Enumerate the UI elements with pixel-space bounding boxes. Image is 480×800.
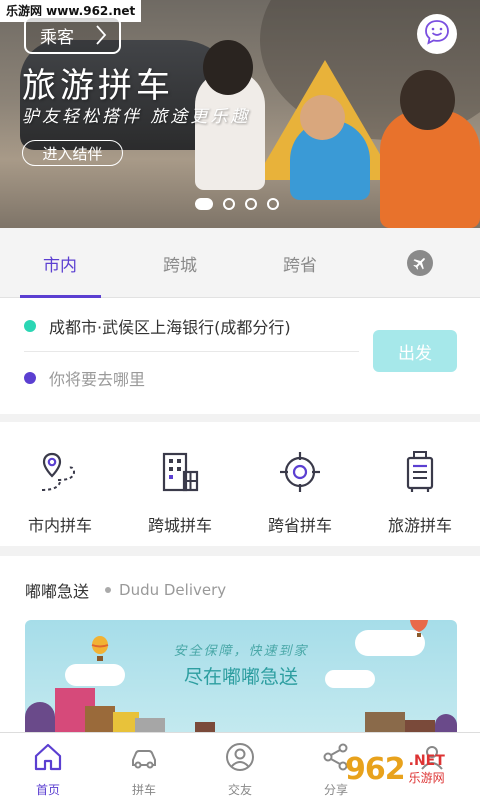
tab-in-city[interactable]: 市内 — [0, 228, 120, 298]
carousel-indicator[interactable] — [195, 198, 279, 210]
building-shape — [365, 712, 405, 732]
service-label: 市内拼车 — [27, 516, 92, 535]
map-pin-route-icon — [38, 450, 82, 498]
delivery-slogan: 安全保障，快速到家 — [173, 644, 309, 659]
address-card: 成都市·武侯区上海银行(成都分行) 你将要去哪里 出发 — [0, 298, 480, 414]
pickup-location-text: 成都市·武侯区上海银行(成都分行) — [49, 317, 291, 337]
banner-title: 旅游拼车 — [22, 66, 174, 106]
pickup-dot-icon — [24, 319, 36, 332]
tab-cross-city[interactable]: 跨城 — [120, 228, 240, 298]
smiley-chat-icon — [423, 18, 451, 50]
building-shape — [85, 706, 115, 732]
building-shape — [405, 720, 435, 732]
delivery-section: 嘟嘟急送 Dudu Delivery 安全保障，快速到家 尽在嘟嘟急送 — [0, 556, 480, 732]
carousel-dot[interactable] — [245, 198, 257, 210]
service-label: 跨省拼车 — [267, 516, 332, 535]
building-shape — [135, 718, 165, 732]
banner-person-3-head — [400, 70, 455, 130]
nav-home[interactable]: 首页 — [0, 733, 96, 800]
destination-dot-icon — [24, 372, 36, 384]
role-label: 乘客 — [40, 27, 74, 48]
friends-icon — [224, 741, 256, 777]
building-icon — [158, 450, 202, 498]
carousel-dot[interactable] — [195, 198, 213, 210]
watermark-net: .NET — [408, 752, 445, 769]
nav-label: 首页 — [35, 783, 60, 797]
ferris-wheel-shape — [25, 702, 55, 732]
carousel-dot[interactable] — [223, 198, 235, 210]
luggage-icon — [398, 450, 442, 498]
carousel-dot[interactable] — [267, 198, 279, 210]
nav-friends[interactable]: 交友 — [192, 733, 288, 800]
customer-service-button[interactable] — [417, 14, 457, 54]
hero-banner[interactable]: 乐游网 www.962.net 乘客 旅游拼车 驴友轻松搭伴 旅途更乐趣 进入结… — [0, 0, 480, 228]
hot-air-balloon-icon — [409, 620, 429, 642]
delivery-headline: 尽在嘟嘟急送 — [183, 666, 298, 688]
banner-person-2-head — [300, 95, 345, 140]
ferris-wheel-shape — [435, 714, 457, 732]
nav-label: 拼车 — [131, 783, 156, 797]
building-shape — [195, 722, 215, 732]
service-cross-city-carpool[interactable]: 跨城拼车 — [120, 422, 240, 546]
banner-subtitle: 驴友轻松搭伴 旅途更乐趣 — [22, 107, 251, 127]
home-icon — [32, 741, 64, 777]
chevron-right-icon — [95, 24, 107, 51]
watermark-side: .NET 乐游网 — [409, 753, 445, 786]
destination-placeholder: 你将要去哪里 — [49, 370, 146, 389]
nav-label: 交友 — [227, 783, 252, 797]
service-grid: 市内拼车 跨城拼车 跨省拼车 旅游拼车 — [0, 422, 480, 546]
destination-field[interactable]: 你将要去哪里 — [24, 352, 359, 404]
delivery-subtitle: Dudu Delivery — [119, 581, 227, 599]
role-switch-button[interactable]: 乘客 — [24, 16, 121, 54]
airplane-icon — [407, 250, 433, 276]
car-icon — [128, 741, 160, 777]
delivery-banner[interactable]: 安全保障，快速到家 尽在嘟嘟急送 — [25, 620, 457, 732]
service-cross-province-carpool[interactable]: 跨省拼车 — [240, 422, 360, 546]
service-label: 旅游拼车 — [387, 516, 452, 535]
watermark-logo-text: 962 — [345, 751, 406, 787]
trip-type-tabs: 市内 跨城 跨省 — [0, 228, 480, 298]
site-watermark-logo: 962 .NET 乐游网 — [345, 745, 475, 793]
tab-flight[interactable] — [360, 228, 480, 298]
join-companion-button[interactable]: 进入结伴 — [22, 140, 123, 166]
banner-person-1-head — [203, 40, 253, 95]
tab-cross-province[interactable]: 跨省 — [240, 228, 360, 298]
nav-carpool[interactable]: 拼车 — [96, 733, 192, 800]
service-label: 跨城拼车 — [147, 516, 212, 535]
service-travel-carpool[interactable]: 旅游拼车 — [360, 422, 480, 546]
delivery-header: 嘟嘟急送 Dudu Delivery — [25, 578, 226, 602]
pickup-location-field[interactable]: 成都市·武侯区上海银行(成都分行) — [24, 300, 359, 352]
bullet-dot-icon — [105, 587, 112, 593]
depart-button[interactable]: 出发 — [373, 330, 457, 372]
service-in-city-carpool[interactable]: 市内拼车 — [0, 422, 120, 546]
watermark-cn: 乐游网 — [408, 770, 445, 785]
target-icon — [278, 450, 322, 498]
delivery-title: 嘟嘟急送 — [25, 582, 90, 601]
